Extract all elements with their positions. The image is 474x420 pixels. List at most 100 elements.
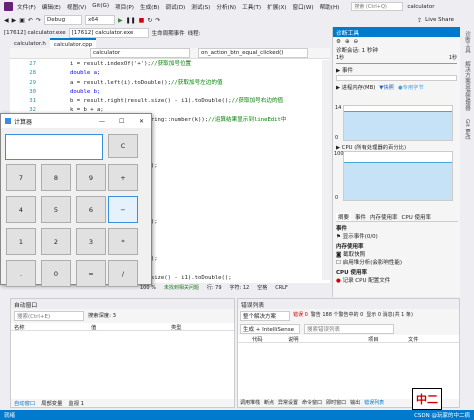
heap-profiling-toggle[interactable]: 启用堆分析(会影响性能) <box>343 260 402 266</box>
function-select[interactable]: on_action_btn_equal_clicked() <box>198 48 308 58</box>
menu-item[interactable]: 生成(B) <box>140 3 159 11</box>
pause-icon[interactable]: ❚❚ <box>126 17 136 24</box>
code-line[interactable]: double a; <box>70 69 287 78</box>
messages-filter[interactable]: 显示 0 消息(共 1 条) <box>366 311 413 321</box>
menu-item[interactable]: 文件(F) <box>17 3 36 11</box>
redo-icon[interactable]: ↷ <box>36 17 41 24</box>
key-4-button[interactable]: 4 <box>6 196 36 223</box>
forward-icon[interactable]: ▶ <box>12 17 17 24</box>
cpu-profile-row[interactable]: ● 记录 CPU 配置文件 <box>336 277 402 285</box>
diag-tab[interactable]: 内存使用率 <box>370 213 398 221</box>
menu-item[interactable]: 视图(V) <box>67 3 86 11</box>
menu-item[interactable]: 分析(N) <box>216 3 236 11</box>
code-line[interactable]: double b; <box>70 88 287 97</box>
restart-icon[interactable]: ↻ <box>147 17 152 24</box>
diag-tab[interactable]: 事件 <box>355 213 366 221</box>
step-over-icon[interactable]: ↷ <box>155 17 160 24</box>
continue-icon[interactable]: ▶ <box>118 17 123 24</box>
maximize-icon[interactable]: ☐ <box>119 118 124 125</box>
take-snapshot-button[interactable]: 截取快照 <box>343 252 365 258</box>
platform-select[interactable]: x64 <box>84 15 115 25</box>
mem-label[interactable]: ▶ 进程内存(MB) <box>336 83 375 91</box>
tab-autos[interactable]: 自动窗口 <box>14 399 35 407</box>
bottom-tab[interactable]: 输出 <box>350 399 360 406</box>
menu-item[interactable]: 调试(D) <box>165 3 185 11</box>
key-clear-button[interactable]: C <box>108 134 138 158</box>
autos-search[interactable]: 搜索(Ctrl+E) <box>14 311 84 321</box>
cpu-label[interactable]: ▶ CPU (所有处理器的百分比) <box>336 143 406 151</box>
bottom-tab[interactable]: 断点 <box>264 399 274 406</box>
bottom-tab[interactable]: 调用堆栈 <box>240 399 260 406</box>
side-tab-solution[interactable]: 解决方案资源管理器 <box>461 57 473 115</box>
calc-display[interactable] <box>5 134 103 160</box>
error-scope-select[interactable]: 整个解决方案 <box>240 311 290 321</box>
menu-item[interactable]: 窗口(W) <box>292 3 313 11</box>
col-value[interactable]: 值 <box>91 323 171 331</box>
snapshot-row[interactable]: ◙ 截取快照 <box>336 251 402 259</box>
live-share-button[interactable]: Live Share <box>425 17 454 23</box>
key-0-button[interactable]: 0 <box>41 260 71 287</box>
key-2-button[interactable]: 2 <box>41 228 71 255</box>
diag-tab[interactable]: 摘要 <box>336 213 352 221</box>
menu-item[interactable]: Git(G) <box>92 3 109 11</box>
checkbox-icon[interactable]: ☐ <box>336 260 341 266</box>
heap-row[interactable]: ☐ 启用堆分析(会影响性能) <box>336 259 402 267</box>
code-line[interactable]: i = result.indexOf('+');//获取加号位置 <box>70 60 287 69</box>
key-3-button[interactable]: 3 <box>76 228 106 255</box>
key-7-button[interactable]: 7 <box>6 164 36 191</box>
minimize-icon[interactable]: — <box>99 118 105 125</box>
tab-locals[interactable]: 局部变量 <box>41 399 62 407</box>
col-type[interactable]: 类型 <box>171 323 182 331</box>
col-code[interactable]: 代码 <box>238 335 288 343</box>
live-share-icon[interactable]: ⇪ <box>417 17 422 24</box>
key-6-button[interactable]: 6 <box>76 196 106 223</box>
back-icon[interactable]: ◀ <box>4 17 9 24</box>
scope-select[interactable]: calculator <box>90 48 190 58</box>
bottom-tab[interactable]: 命令窗口 <box>302 399 322 406</box>
key-equal-button[interactable]: = <box>76 260 106 287</box>
col-desc[interactable]: 说明 <box>288 335 368 343</box>
col-file[interactable]: 文件 <box>408 335 419 343</box>
settings-icon[interactable]: ⚙ <box>336 39 341 45</box>
key-multiply-button[interactable]: * <box>108 228 138 255</box>
warnings-filter[interactable]: 警告 188 个警告中的 0 <box>311 311 364 321</box>
col-name[interactable]: 名称 <box>11 323 91 331</box>
key-divide-button[interactable]: / <box>108 260 138 287</box>
code-line[interactable]: b = result.right(result.size() - i1).toD… <box>70 97 287 106</box>
key-plus-button[interactable]: + <box>108 164 138 191</box>
side-tab-diagnostic[interactable]: 诊断工具 <box>461 27 473 57</box>
diag-tab[interactable]: CPU 使用率 <box>402 213 431 221</box>
process-select[interactable]: [17612] calculator.exe <box>68 27 149 38</box>
key-1-button[interactable]: 1 <box>6 228 36 255</box>
zoom-in-icon[interactable]: ⊕ <box>345 39 350 45</box>
key-minus-button[interactable]: − <box>108 196 138 223</box>
config-select[interactable]: Debug <box>43 15 82 25</box>
tab-watch[interactable]: 监视 1 <box>68 399 84 407</box>
key-9-button[interactable]: 9 <box>76 164 106 191</box>
search-box[interactable]: 搜索 (Ctrl+Q) <box>351 2 404 11</box>
menu-item[interactable]: 工具(T) <box>242 3 261 11</box>
record-cpu-profile-button[interactable]: 记录 CPU 配置文件 <box>343 278 391 284</box>
side-tab-git[interactable]: Git 更改 <box>461 115 473 144</box>
editor-scrollbar[interactable] <box>322 60 330 280</box>
menu-item[interactable]: 编辑(E) <box>42 3 61 11</box>
stop-icon[interactable]: ■ <box>139 17 145 24</box>
col-project[interactable]: 项目 <box>368 335 408 343</box>
events-label[interactable]: ▶ 事件 <box>333 66 460 74</box>
bottom-tab[interactable]: 即时窗口 <box>326 399 346 406</box>
save-icon[interactable]: ▣ <box>19 17 25 24</box>
undo-icon[interactable]: ↶ <box>28 17 33 24</box>
menu-item[interactable]: 测试(S) <box>191 3 210 11</box>
close-icon[interactable]: ✕ <box>139 118 144 125</box>
key-dot-button[interactable]: . <box>6 260 36 287</box>
show-events-row[interactable]: ⚑ 显示事件(0/0) <box>336 233 402 241</box>
lifecycle-events[interactable]: 生命周期事件 <box>152 29 185 37</box>
bottom-tab[interactable]: 错误列表 <box>364 399 384 406</box>
show-events-link[interactable]: 显示事件(0/0) <box>343 234 378 240</box>
bottom-tab[interactable]: 异常设置 <box>278 399 298 406</box>
menu-item[interactable]: 项目(P) <box>115 3 134 11</box>
build-select[interactable]: 生成 + IntelliSense <box>240 324 300 334</box>
zoom-out-icon[interactable]: ⊖ <box>354 39 359 45</box>
error-search[interactable]: 搜索错误列表 <box>304 324 394 334</box>
key-5-button[interactable]: 5 <box>41 196 71 223</box>
